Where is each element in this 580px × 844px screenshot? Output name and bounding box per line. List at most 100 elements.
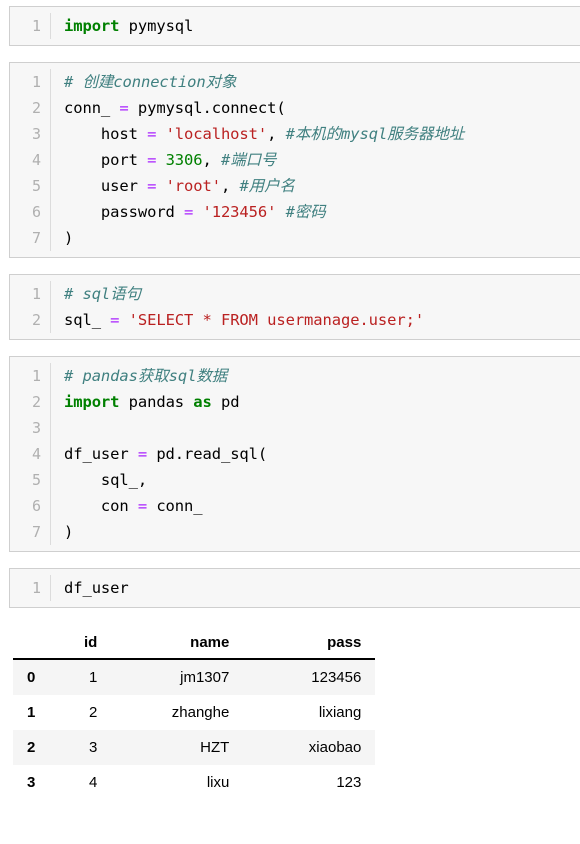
code-area: 1 2 3 4 5 6 7 # pandas获取sql数据 import pandas as p… (10, 363, 580, 545)
code-area: 1 2 3 4 5 6 7 # 创建connection对象 conn_ = pymysql.c… (10, 69, 580, 251)
line-number: 4 (31, 445, 41, 463)
dataframe-row-index: 1 (27, 704, 36, 721)
cell-create-connection[interactable]: 1 2 3 4 5 6 7 # 创建connection对象 conn_ = pymysql.c… (9, 62, 580, 258)
code-area: 1 2 # sql语句 sql_ = 'SELECT * FROM usermanag… (10, 281, 580, 333)
token-p: ) (64, 229, 74, 247)
dataframe-cell: 123 (336, 774, 362, 791)
token-c: #密码 (285, 203, 326, 221)
token-p: ) (64, 523, 74, 541)
token-s: '123456' (202, 203, 277, 221)
token-p (119, 17, 128, 35)
token-o: = (147, 151, 157, 169)
token-c: # sql语句 (64, 285, 141, 303)
code-line: sql_ = 'SELECT * FROM usermanage.user;' (64, 307, 580, 333)
line-number-gutter: 12 (10, 281, 51, 333)
dataframe-cell: jm1307 (180, 669, 230, 686)
token-o: = (119, 99, 129, 117)
code-lines[interactable]: import pymysql (51, 13, 580, 39)
dataframe-cell: 1 (89, 669, 98, 686)
token-o: = (184, 203, 194, 221)
token-c: # pandas获取sql数据 (64, 367, 228, 385)
cell-sql-statement[interactable]: 1 2 # sql语句 sql_ = 'SELECT * FROM usermanag… (9, 274, 580, 340)
dataframe-cell: zhanghe (171, 704, 230, 721)
token-p: ( (276, 99, 286, 117)
token-p (276, 203, 285, 221)
token-s: 'root' (165, 177, 222, 195)
code-line: host = 'localhost', #本机的mysql服务器地址 (64, 121, 580, 147)
code-lines[interactable]: # 创建connection对象 conn_ = pymysql.connect(… (51, 69, 580, 251)
cell-import-pymysql[interactable]: 1 import pymysql (9, 6, 580, 46)
token-p: , (137, 471, 148, 489)
token-n: sql_ (64, 471, 138, 489)
line-number: 1 (31, 367, 41, 385)
cell-pandas-read-sql[interactable]: 1 2 3 4 5 6 7 # pandas获取sql数据 import pandas as p… (9, 356, 580, 552)
code-line: ) (64, 519, 580, 545)
token-n: pd (147, 445, 175, 463)
dataframe-header-row: id name pass (13, 630, 376, 660)
token-n: conn_ (64, 99, 120, 117)
line-number: 3 (31, 419, 41, 437)
line-number: 1 (31, 579, 41, 597)
code-line: import pymysql (64, 13, 580, 39)
line-number-gutter: 1 (10, 13, 51, 39)
token-n: sql_ (64, 311, 111, 329)
line-number: 2 (31, 99, 41, 117)
dataframe-row-index: 3 (27, 774, 36, 791)
line-number-gutter: 1 (10, 575, 51, 601)
code-line: user = 'root', #用户名 (64, 173, 580, 199)
token-k: as (193, 393, 212, 411)
code-line: import pandas as pd (64, 389, 580, 415)
line-number: 5 (31, 471, 41, 489)
line-number: 3 (31, 125, 41, 143)
token-c: #用户名 (239, 177, 295, 195)
table-row: 1 2 zhanghe lixiang (13, 695, 376, 730)
notebook-container: 1 import pymysql 1 2 3 4 5 6 7 # 创建connection对象 co… (0, 0, 580, 800)
token-o: = (147, 125, 157, 143)
token-s: 'localhost' (165, 125, 268, 143)
dataframe-cell: 123456 (311, 669, 362, 686)
dataframe-cell: HZT (200, 739, 230, 756)
code-line: df_user = pd.read_sql( (64, 441, 580, 467)
token-n: pymysql (128, 99, 203, 117)
code-line: df_user (64, 575, 580, 601)
table-row: 3 4 lixu 123 (13, 765, 376, 800)
code-area: 1 df_user (10, 575, 580, 601)
dataframe-row-index: 2 (27, 739, 36, 756)
line-number-gutter: 1 2 3 4 5 6 7 (10, 69, 51, 251)
code-line: conn_ = pymysql.connect( (64, 95, 580, 121)
notebook-cells: 1 import pymysql 1 2 3 4 5 6 7 # 创建connection对象 co… (0, 6, 580, 608)
token-n: port (64, 151, 148, 169)
dataframe-index-header (13, 630, 50, 660)
dataframe-output: id name pass 0 1 jm1307 123456 1 2 zhanghe lixian… (13, 630, 580, 800)
code-line: con = conn_ (64, 493, 580, 519)
dataframe-row-index: 0 (27, 669, 36, 686)
token-n: conn_ (147, 497, 203, 515)
token-p: , (267, 125, 286, 143)
dataframe-cell: 3 (89, 739, 98, 756)
token-p (156, 151, 165, 169)
token-n: pymysql (128, 17, 194, 35)
line-number: 7 (31, 229, 41, 247)
line-number: 6 (31, 497, 41, 515)
code-lines[interactable]: # pandas获取sql数据 import pandas as pd df_use… (51, 363, 580, 545)
cell-show-dataframe[interactable]: 1 df_user (9, 568, 580, 608)
code-line: # sql语句 (64, 281, 580, 307)
code-lines[interactable]: df_user (51, 575, 580, 601)
line-number: 1 (31, 17, 41, 35)
code-line: password = '123456' #密码 (64, 199, 580, 225)
dataframe-column-header: name (111, 630, 244, 660)
code-lines[interactable]: # sql语句 sql_ = 'SELECT * FROM usermanage.… (51, 281, 580, 333)
dataframe-cell: lixiang (318, 704, 362, 721)
line-number: 6 (31, 203, 41, 221)
dataframe-cell: 2 (89, 704, 98, 721)
token-p: . (202, 99, 212, 117)
token-n: pandas (119, 393, 194, 411)
table-row: 0 1 jm1307 123456 (13, 659, 376, 695)
line-number: 5 (31, 177, 41, 195)
token-k: import (64, 17, 120, 35)
line-number-gutter: 1 2 3 4 5 6 7 (10, 363, 51, 545)
code-line: # pandas获取sql数据 (64, 363, 580, 389)
dataframe-body: 0 1 jm1307 123456 1 2 zhanghe lixiang 2 3 HZT xiaob… (13, 659, 376, 800)
code-area: 1 import pymysql (10, 13, 580, 39)
